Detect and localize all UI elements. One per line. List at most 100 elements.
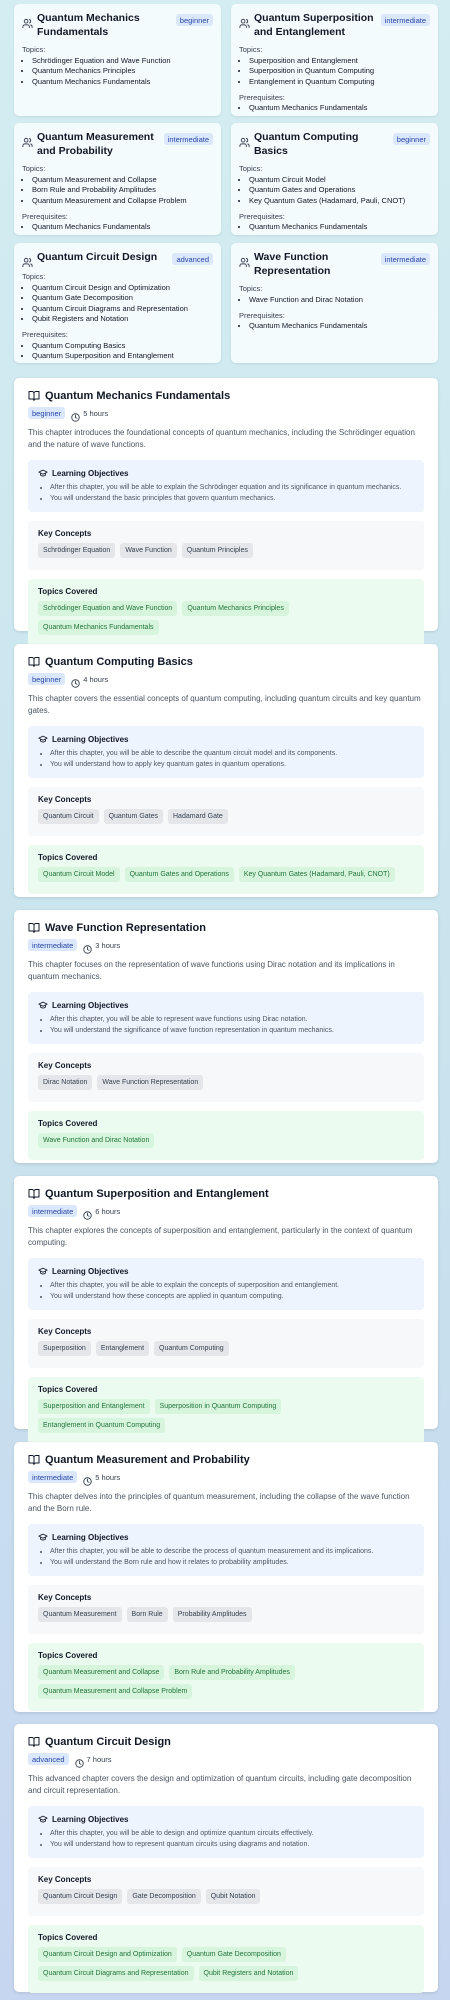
overview-card[interactable]: Quantum Computing Basics beginner Topics: Q…: [231, 123, 438, 235]
learning-objectives-label: Learning Objectives: [52, 468, 129, 478]
topics-label: Topics:: [22, 164, 46, 173]
chapter-meta: intermediate 6 hours: [28, 1205, 424, 1220]
prerequisites-label: Prerequisites:: [239, 211, 285, 221]
key-concepts-section: Key Concepts Superposition Entanglement Qua…: [28, 1319, 424, 1368]
topic-tag: Quantum Circuit Design and Optimization: [38, 1947, 177, 1962]
concept-tag: Wave Function: [120, 543, 177, 558]
chapter-description: This chapter focuses on the representati…: [28, 960, 395, 981]
key-concepts-tags: Dirac Notation Wave Function Representati…: [38, 1075, 414, 1094]
users-icon: [239, 135, 250, 148]
chapter-meta: intermediate 3 hours: [28, 939, 424, 954]
overview-card-title: Quantum Measurement and Probability: [37, 131, 154, 157]
overview-card[interactable]: Quantum Mechanics Fundamentals beginner To…: [14, 4, 221, 116]
concept-tag: Gate Decomposition: [127, 1889, 201, 1904]
topics-covered-heading: Topics Covered: [38, 853, 98, 862]
overview-card-title: Quantum Superposition and Entanglement: [254, 12, 374, 38]
level-badge: intermediate: [28, 1471, 78, 1483]
learning-objectives-section: Learning Objectives After this chapter, y…: [28, 1524, 424, 1576]
topic-item: Quantum Gates and Operations: [249, 185, 430, 195]
objective-item: You will understand the significance of …: [50, 1025, 414, 1036]
key-concepts-section: Key Concepts Schrödinger Equation Wave Fun…: [28, 521, 424, 570]
book-icon: [28, 390, 40, 402]
overview-card[interactable]: Quantum Circuit Design advanced Topics: Qua…: [14, 243, 221, 363]
topics-covered-tags: Superposition and Entanglement Superposit…: [38, 1399, 414, 1437]
topic-tag: Schrödinger Equation and Wave Function: [38, 601, 178, 616]
level-badge: intermediate: [28, 1205, 78, 1217]
topics-covered-heading: Topics Covered: [38, 1933, 98, 1942]
chapter-card: Quantum Measurement and Probability inter…: [14, 1442, 438, 1712]
learning-objectives-label: Learning Objectives: [52, 734, 129, 744]
topics-label: Topics:: [239, 45, 263, 54]
objective-item: After this chapter, you will be able to …: [50, 1828, 414, 1839]
topics-list: Quantum Circuit Design and OptimizationQ…: [22, 283, 213, 325]
prerequisites-list: Quantum Mechanics Fundamentals: [239, 222, 430, 232]
prerequisite-item: Quantum Superposition and Entanglement: [32, 351, 213, 361]
chapter-title-text: Wave Function Representation: [45, 922, 206, 934]
prerequisites-label: Prerequisites:: [22, 330, 68, 339]
level-badge: intermediate: [380, 14, 430, 26]
graduation-cap-icon: [38, 1814, 48, 1824]
learning-objectives-heading: Learning Objectives: [38, 1000, 414, 1010]
concept-tag: Quantum Circuit: [38, 809, 99, 824]
prerequisites-list: Quantum Computing BasicsQuantum Superpos…: [22, 341, 213, 362]
prerequisites-label: Prerequisites:: [239, 310, 285, 320]
topic-tag: Quantum Mechanics Fundamentals: [38, 620, 159, 635]
overview-card[interactable]: Quantum Measurement and Probability inter…: [14, 123, 221, 235]
topic-tag: Superposition in Quantum Computing: [154, 1399, 282, 1414]
graduation-cap-icon: [38, 734, 48, 744]
overview-card[interactable]: Wave Function Representation intermediate…: [231, 243, 438, 363]
chapter-title-text: Quantum Measurement and Probability: [45, 1454, 250, 1466]
level-badge: intermediate: [163, 133, 213, 145]
objectives-list: After this chapter, you will be able to …: [38, 482, 414, 504]
concept-tag: Quantum Measurement: [38, 1607, 122, 1622]
duration: 4 hours: [83, 674, 109, 684]
topic-item: Born Rule and Probability Amplitudes: [32, 185, 213, 195]
topic-item: Superposition and Entanglement: [249, 56, 430, 66]
clock-icon: [71, 675, 80, 688]
overview-card-title: Quantum Circuit Design: [37, 251, 158, 263]
concept-tag: Quantum Gates: [103, 809, 163, 824]
learning-objectives-heading: Learning Objectives: [38, 468, 414, 478]
level-badge: beginner: [392, 133, 430, 145]
topic-item: Quantum Circuit Diagrams and Representat…: [32, 304, 213, 314]
level-badge: beginner: [175, 14, 213, 26]
users-icon: [239, 255, 250, 268]
prerequisites-list: Quantum Mechanics Fundamentals: [239, 103, 430, 113]
clock-icon: [83, 1207, 92, 1220]
topic-tag: Quantum Circuit Model: [38, 867, 120, 882]
key-concepts-section: Key Concepts Dirac Notation Wave Function …: [28, 1053, 424, 1102]
key-concepts-tags: Quantum Circuit Quantum Gates Hadamard Gat…: [38, 809, 414, 828]
overview-card-header: Wave Function Representation intermediate: [239, 251, 430, 278]
learning-objectives-label: Learning Objectives: [52, 1266, 129, 1276]
topic-item: Key Quantum Gates (Hadamard, Pauli, CNOT…: [249, 196, 430, 206]
chapter-description: This chapter delves into the principles …: [28, 1492, 410, 1513]
overview-card-header: Quantum Superposition and Entanglement in…: [239, 12, 430, 39]
key-concepts-section: Key Concepts Quantum Circuit Design Gate D…: [28, 1867, 424, 1916]
book-icon: [28, 1188, 40, 1200]
clock-icon: [83, 1473, 92, 1486]
chapter-title: Quantum Measurement and Probability: [28, 1454, 424, 1466]
duration: 7 hours: [86, 1754, 112, 1764]
concept-tag: Superposition: [38, 1341, 91, 1356]
objective-item: After this chapter, you will be able to …: [50, 1546, 414, 1557]
prerequisite-item: Quantum Mechanics Fundamentals: [249, 321, 430, 331]
duration: 5 hours: [83, 408, 109, 418]
topic-item: Superposition in Quantum Computing: [249, 66, 430, 76]
learning-objectives-section: Learning Objectives After this chapter, y…: [28, 992, 424, 1044]
concept-tag: Quantum Principles: [181, 543, 253, 558]
learning-objectives-label: Learning Objectives: [52, 1814, 129, 1824]
overview-card[interactable]: Quantum Superposition and Entanglement in…: [231, 4, 438, 116]
chapter-title-text: Quantum Computing Basics: [45, 656, 193, 668]
users-icon: [22, 16, 33, 29]
overview-card-title: Quantum Computing Basics: [254, 131, 359, 157]
overview-card-title: Wave Function Representation: [254, 251, 331, 277]
topic-tag: Quantum Measurement and Collapse Problem: [38, 1684, 193, 1699]
objective-item: You will understand how these concepts a…: [50, 1291, 414, 1302]
key-concepts-section: Key Concepts Quantum Measurement Born Rule…: [28, 1585, 424, 1634]
topic-item: Quantum Measurement and Collapse Problem: [32, 196, 213, 206]
topics-covered-heading: Topics Covered: [38, 1385, 98, 1394]
concept-tag: Hadamard Gate: [168, 809, 228, 824]
learning-objectives-heading: Learning Objectives: [38, 734, 414, 744]
overview-card-header: Quantum Mechanics Fundamentals beginner: [22, 12, 213, 39]
topic-item: Schrödinger Equation and Wave Function: [32, 56, 213, 66]
